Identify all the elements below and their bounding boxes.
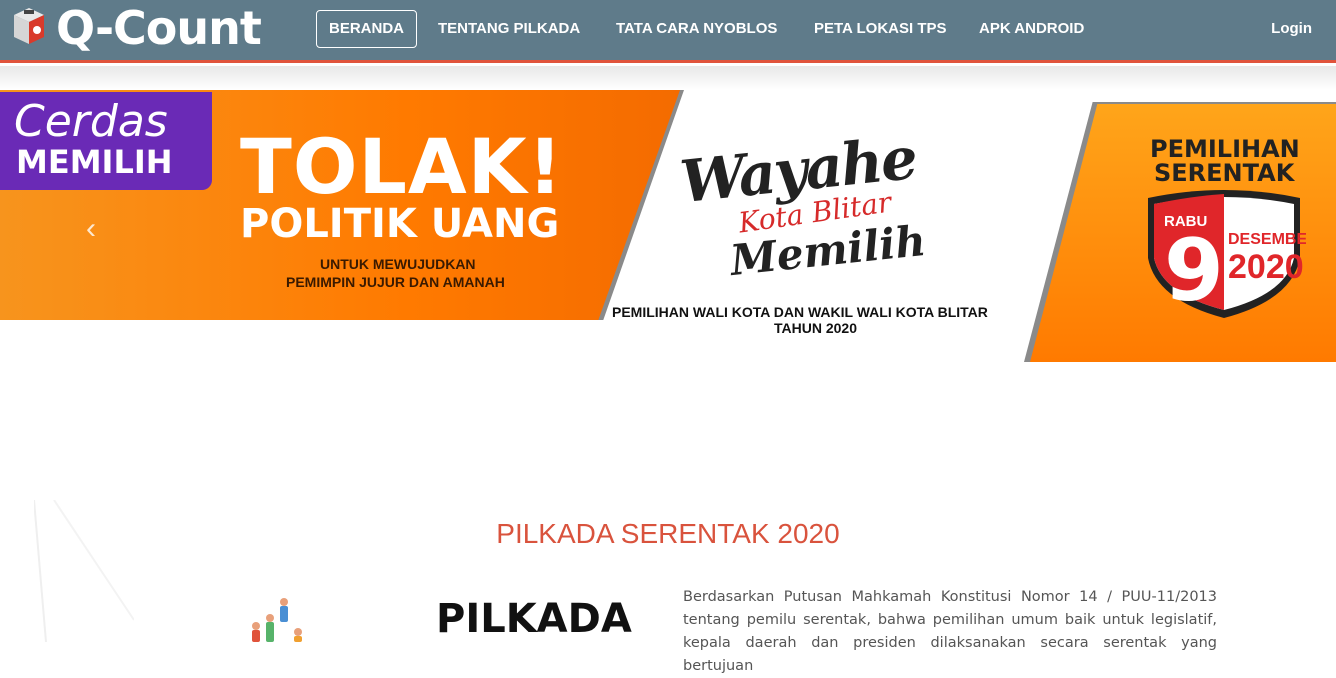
election-date-shield-icon: RABU 9 DESEMBER 2020 [1148, 190, 1306, 320]
carousel-prev-arrow-icon[interactable]: ‹ [86, 212, 96, 246]
year-text: 2020 [1228, 248, 1304, 286]
nav-tentang-pilkada[interactable]: TENTANG PILKADA [438, 10, 580, 48]
brand-name[interactable]: Q-Count [56, 1, 262, 55]
memilih-text: MEMILIH [16, 143, 173, 181]
desember-text: DESEMBER [1228, 231, 1306, 248]
slogan-line-2: PEMIMPIN JUJUR DAN AMANAH [286, 274, 505, 290]
nav-tata-cara-nyoblos[interactable]: TATA CARA NYOBLOS [616, 10, 777, 48]
banner-carousel: Cerdas MEMILIH TOLAK! POLITIK UANG UNTUK… [0, 90, 1336, 362]
navbar-shadow [0, 66, 1336, 90]
pemilihan-wali-kota-text: PEMILIHAN WALI KOTA DAN WAKIL WALI KOTA … [612, 304, 988, 320]
section-title: PILKADA SERENTAK 2020 [496, 518, 840, 549]
cerdas-memilih-box: Cerdas MEMILIH [0, 92, 212, 190]
cerdas-text: Cerdas [14, 96, 168, 147]
slogan-line-1: UNTUK MEWUJUDKAN [320, 256, 476, 272]
nav-apk-android[interactable]: APK ANDROID [979, 10, 1084, 48]
serentak-text: SERENTAK [1154, 159, 1295, 187]
tahun-text: TAHUN 2020 [774, 320, 857, 336]
nav-beranda[interactable]: BERANDA [316, 10, 417, 48]
section-paragraph: Berdasarkan Putusan Mahkamah Konstitusi … [683, 589, 1217, 674]
politik-uang-text: POLITIK UANG [240, 201, 560, 247]
tolak-text: TOLAK! [240, 122, 564, 211]
people-illustration-icon [252, 598, 302, 642]
ballot-box-logo-icon[interactable] [12, 6, 46, 46]
top-navbar: Q-Count BERANDA TENTANG PILKADA TATA CAR… [0, 0, 1336, 63]
day-number: 9 [1164, 221, 1224, 320]
nav-peta-lokasi-tps[interactable]: PETA LOKASI TPS [814, 10, 947, 48]
pilkada-thumbnail-title: PILKADA [436, 596, 632, 642]
login-link[interactable]: Login [1271, 10, 1312, 48]
